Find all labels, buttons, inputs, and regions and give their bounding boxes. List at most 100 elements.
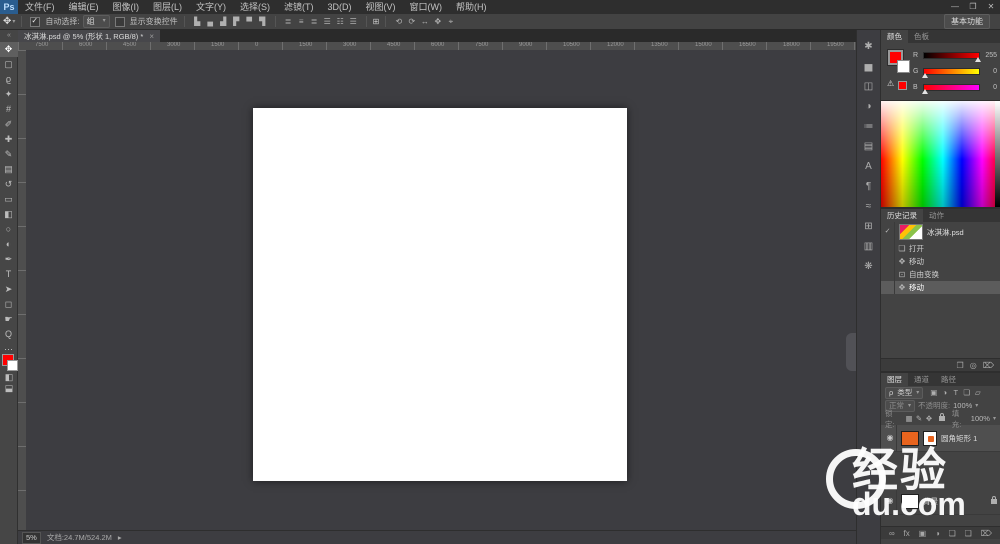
align-left-icon[interactable]: ▙ — [191, 15, 204, 29]
filter-pixel-icon[interactable]: ▣ — [928, 388, 939, 397]
red-value[interactable]: 255 — [983, 52, 997, 59]
layer-style-icon[interactable]: fx — [904, 529, 910, 538]
paragraph-icon[interactable]: ¶ — [860, 178, 878, 198]
3d-scale-icon[interactable]: ⌖ — [444, 15, 457, 29]
vector-mask-thumbnail[interactable] — [923, 431, 937, 446]
character-icon[interactable]: A — [860, 158, 878, 178]
tab-layers[interactable]: 图层 — [881, 373, 908, 386]
navigator-icon[interactable]: ◫ — [860, 78, 878, 98]
zoom-tool[interactable]: Q — [0, 327, 18, 342]
color-spectrum-ramp[interactable] — [881, 100, 1000, 207]
history-brush-source-cell[interactable] — [881, 281, 895, 294]
filter-shape-icon[interactable]: ▱ — [972, 388, 983, 397]
align-top-icon[interactable]: ▛ — [230, 15, 243, 29]
tab-actions[interactable]: 动作 — [923, 209, 950, 222]
lock-all-icon[interactable] — [939, 416, 945, 421]
menu-item[interactable]: 窗口(W) — [403, 0, 450, 14]
new-layer-icon[interactable]: ❑ — [965, 529, 972, 538]
distribute-top-icon[interactable]: ≣ — [282, 15, 295, 29]
styles-icon[interactable]: ≔ — [860, 118, 878, 138]
history-item[interactable]: ⊡ 自由变换 — [881, 268, 1000, 281]
layer-name[interactable]: 背景 — [923, 496, 938, 507]
histogram-icon[interactable]: ▅ — [860, 58, 878, 78]
history-brush-source-cell[interactable] — [881, 255, 895, 268]
move-tool[interactable]: ✥ — [0, 42, 18, 57]
menu-item[interactable]: 图层(L) — [146, 0, 189, 14]
restore-button[interactable]: ❐ — [964, 0, 982, 14]
menu-item[interactable]: 文字(Y) — [189, 0, 233, 14]
notes-icon[interactable]: ❋ — [860, 258, 878, 278]
history-brush-source-icon[interactable]: ✓ — [881, 222, 895, 242]
gamut-warning-swatch[interactable] — [898, 81, 907, 90]
hand-tool[interactable]: ☛ — [0, 312, 18, 327]
workspace-switcher[interactable]: 基本功能 — [944, 14, 990, 29]
history-item[interactable]: ❏ 打开 — [881, 242, 1000, 255]
blue-value[interactable]: 0 — [983, 84, 997, 91]
grayscale-ramp[interactable] — [995, 101, 1000, 207]
distribute-left-icon[interactable]: ☰ — [321, 15, 334, 29]
blur-tool[interactable]: ○ — [0, 222, 18, 237]
tab-history[interactable]: 历史记录 — [881, 209, 923, 222]
new-doc-from-state-icon[interactable]: ❐ — [957, 361, 964, 370]
align-vcenter-icon[interactable]: ▀ — [243, 15, 256, 29]
show-transform-checkbox[interactable] — [115, 17, 125, 27]
delete-layer-icon[interactable]: ⌦ — [981, 529, 992, 538]
quick-selection-tool[interactable]: ✦ — [0, 87, 18, 102]
distribute-hcenter-icon[interactable]: ☷ — [334, 15, 347, 29]
minimize-button[interactable]: — — [946, 0, 964, 14]
auto-select-dropdown[interactable]: 组 ▾ — [83, 15, 110, 28]
menu-item[interactable]: 选择(S) — [233, 0, 277, 14]
gamut-warning-icon[interactable]: ⚠ — [887, 79, 894, 88]
layer-row-background[interactable]: ◉ 背景 — [881, 488, 1000, 515]
timeline-icon[interactable]: ≈ — [860, 198, 878, 218]
eye-icon[interactable]: ◉ — [884, 488, 897, 514]
3d-slide-icon[interactable]: ✥ — [431, 15, 444, 29]
fill-value[interactable]: 100% — [971, 414, 990, 423]
distribute-bottom-icon[interactable]: ≣ — [308, 15, 321, 29]
tab-color[interactable]: 颜色 — [881, 30, 908, 43]
menu-item[interactable]: 视图(V) — [359, 0, 403, 14]
tab-channels[interactable]: 通道 — [908, 373, 935, 386]
eyedropper-tool[interactable]: ✐ — [0, 117, 18, 132]
layer-mask-icon[interactable]: ▣ — [919, 529, 927, 538]
zoom-level-field[interactable]: 5% — [22, 532, 41, 544]
toolbar-collapse-button[interactable]: « — [0, 30, 18, 42]
red-slider[interactable] — [923, 52, 980, 59]
screen-mode-icon[interactable]: ⬓ — [0, 383, 18, 394]
filter-type-icon[interactable]: T — [950, 388, 961, 397]
layer-comps-icon[interactable]: ▥ — [860, 238, 878, 258]
history-snapshot-row[interactable]: ✓ 冰淇淋.psd — [881, 222, 1000, 242]
lock-pixels-icon[interactable]: ✎ — [914, 414, 924, 423]
history-brush-tool[interactable]: ↺ — [0, 177, 18, 192]
type-tool[interactable]: T — [0, 267, 18, 282]
lasso-tool[interactable]: ϱ — [0, 72, 18, 87]
menu-item[interactable]: 帮助(H) — [449, 0, 494, 14]
blue-slider[interactable] — [923, 84, 980, 91]
info-icon[interactable]: ◑ — [860, 98, 878, 118]
layer-thumbnail[interactable] — [901, 494, 919, 509]
auto-align-layers-icon[interactable]: ⊞ — [373, 17, 380, 26]
brush-tool[interactable]: ✎ — [0, 147, 18, 162]
eye-icon[interactable]: ◉ — [884, 425, 897, 451]
mini-bridge-icon[interactable]: ⊞ — [860, 218, 878, 238]
marquee-tool[interactable]: ▢ — [0, 57, 18, 72]
distribute-vcenter-icon[interactable]: ≡ — [295, 15, 308, 29]
gradient-tool[interactable]: ◧ — [0, 207, 18, 222]
history-item[interactable]: ✥ 移动 — [881, 255, 1000, 268]
align-right-icon[interactable]: ▟ — [217, 15, 230, 29]
3d-drag-icon[interactable]: ↔ — [418, 15, 431, 29]
clone-stamp-tool[interactable]: ▤ — [0, 162, 18, 177]
history-brush-source-cell[interactable] — [881, 268, 895, 281]
panel-collapse-handle[interactable] — [846, 333, 856, 371]
new-group-icon[interactable]: ❏ — [949, 529, 956, 538]
green-slider-thumb[interactable] — [922, 73, 928, 78]
distribute-right-icon[interactable]: ☰ — [347, 15, 360, 29]
menu-item[interactable]: 编辑(E) — [62, 0, 106, 14]
layer-name[interactable]: 圆角矩形 1 — [941, 433, 977, 444]
document-canvas[interactable] — [253, 108, 627, 481]
adjustments-icon[interactable]: ✱ — [860, 38, 878, 58]
healing-brush-tool[interactable]: ✚ — [0, 132, 18, 147]
close-button[interactable]: ✕ — [982, 0, 1000, 14]
pen-tool[interactable]: ✒ — [0, 252, 18, 267]
shape-tool[interactable]: ◻ — [0, 297, 18, 312]
